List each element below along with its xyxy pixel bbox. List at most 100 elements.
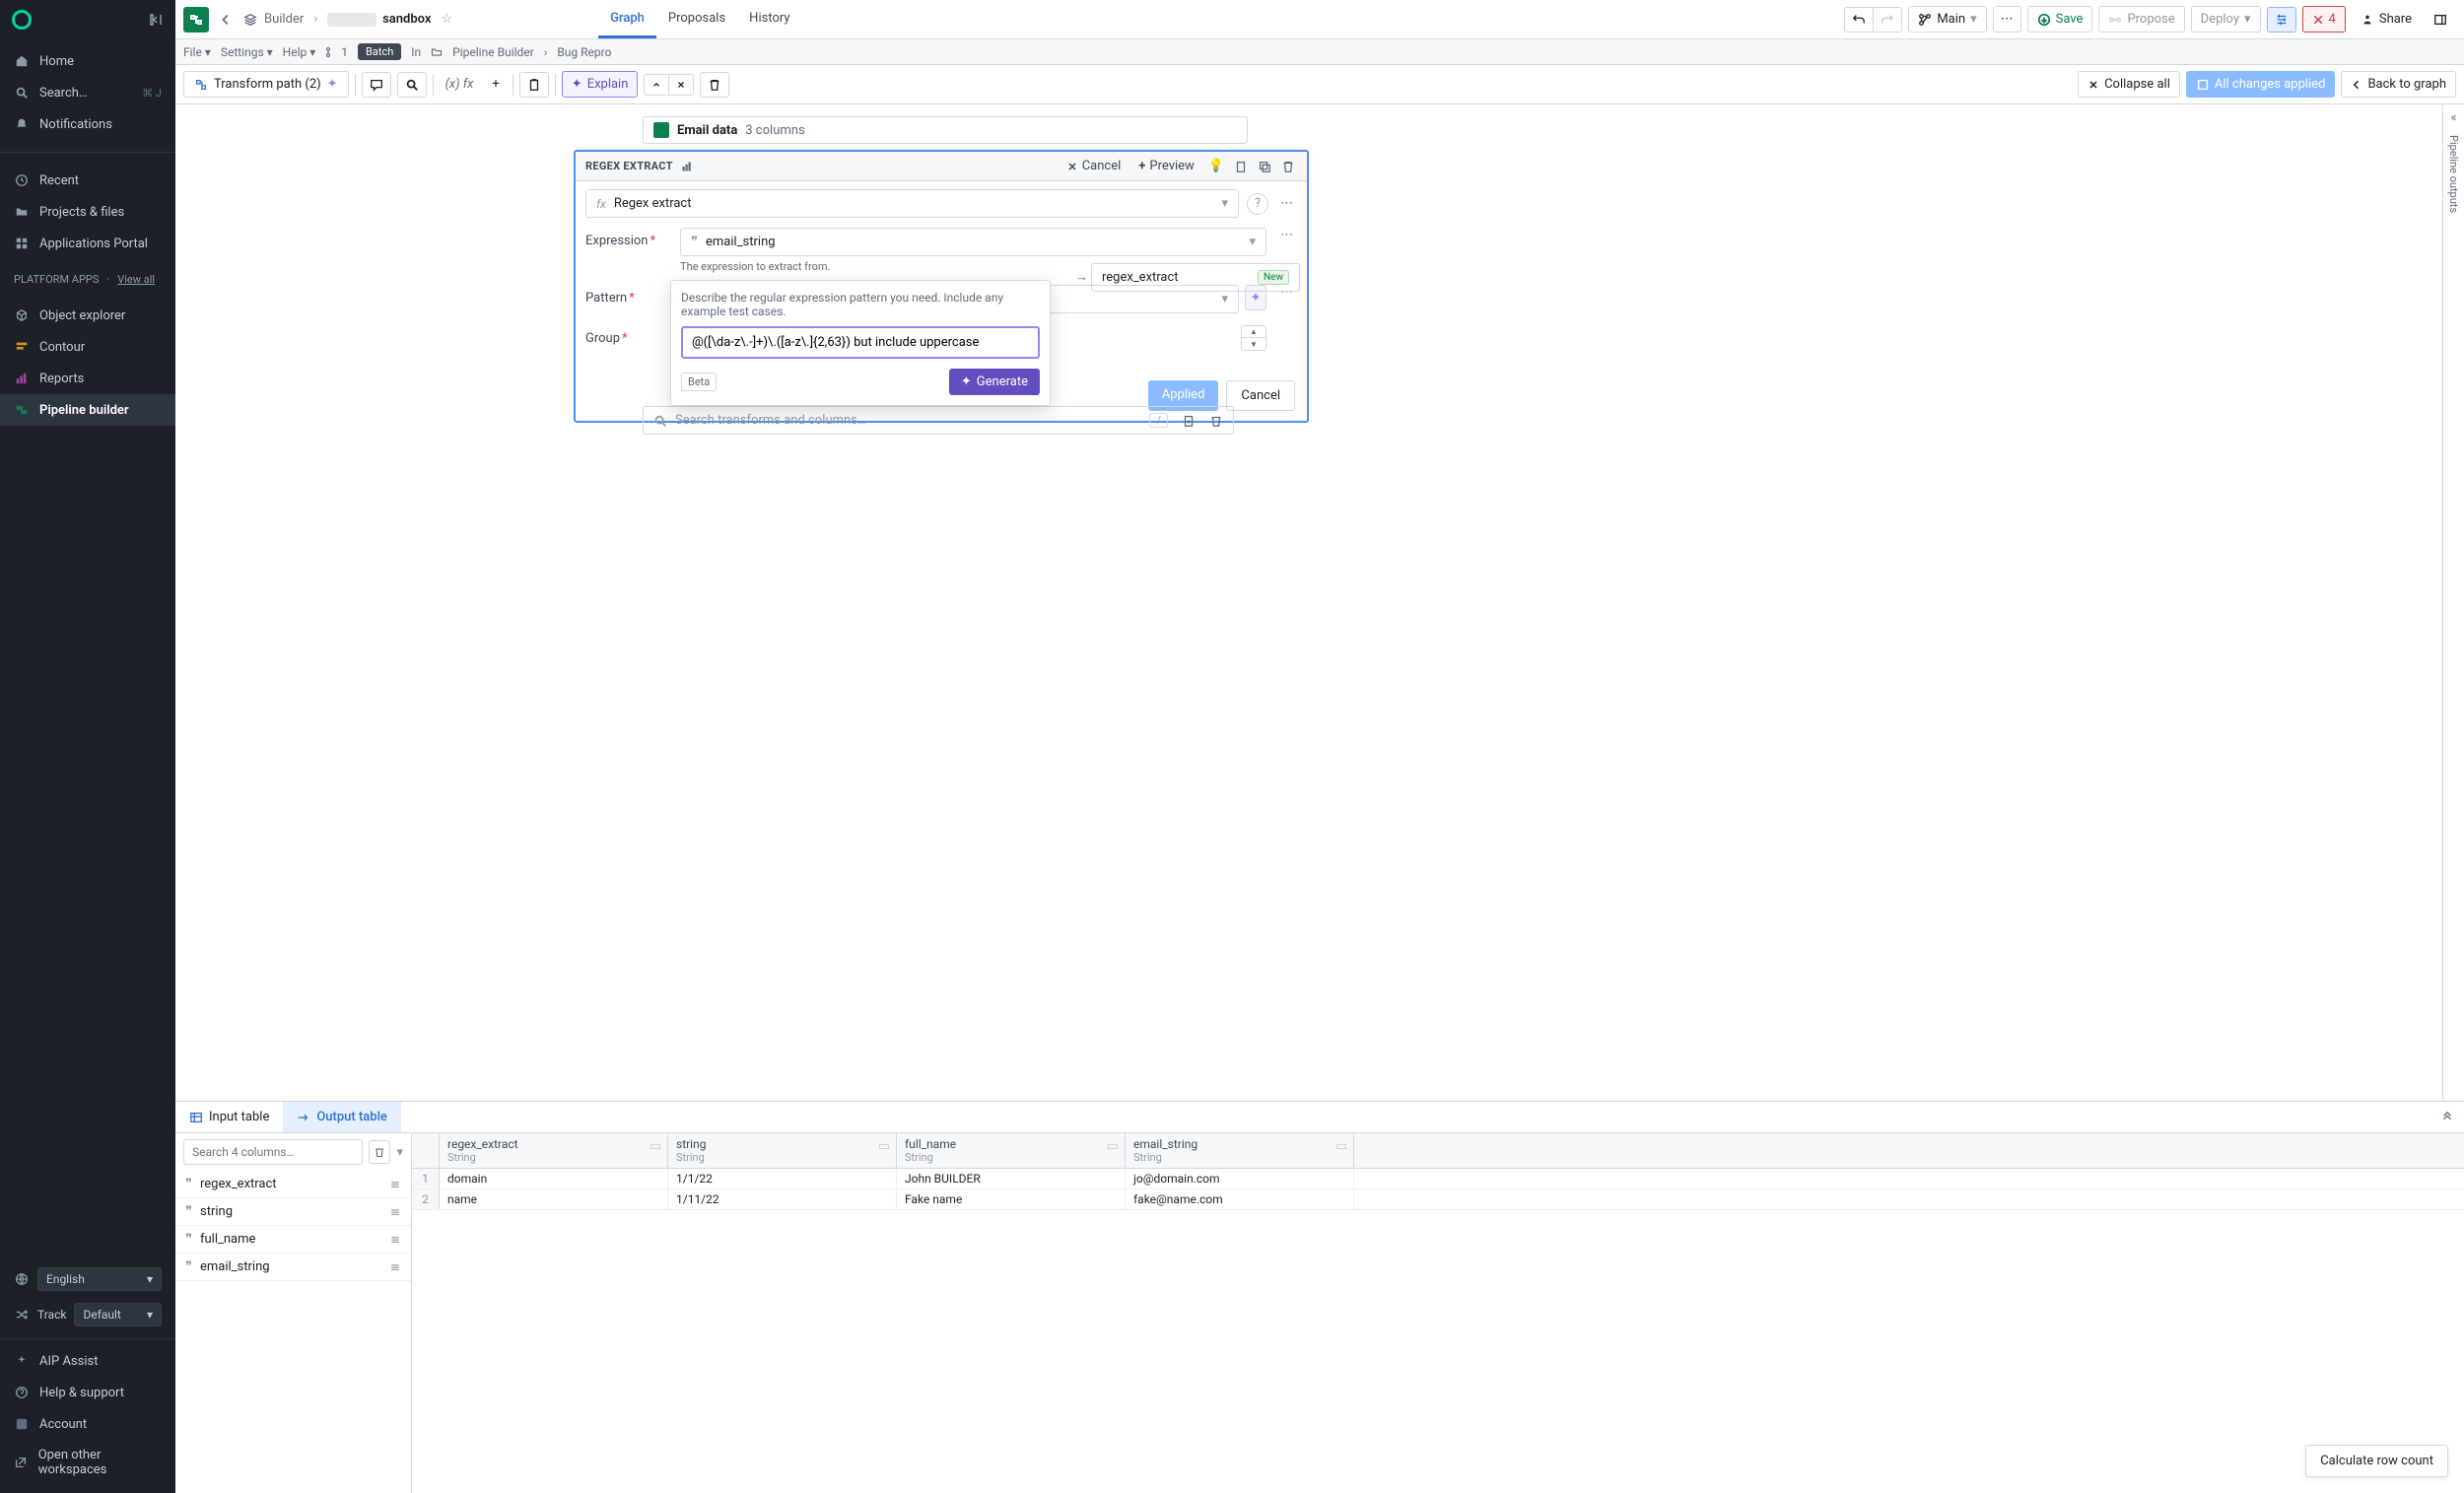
column-header-menu-icon[interactable]: ▭ bbox=[650, 1139, 661, 1154]
star-icon[interactable]: ☆ bbox=[441, 12, 452, 27]
table-cell[interactable]: domain bbox=[440, 1169, 668, 1188]
explain-button[interactable]: ✦Explain bbox=[562, 71, 639, 98]
group-spinner[interactable]: ▲▼ bbox=[1241, 325, 1266, 351]
nav-search[interactable]: Search…⌘ J bbox=[0, 77, 175, 108]
search-transforms[interactable]: Search transforms and columns… / bbox=[643, 406, 1234, 435]
crumb-builder[interactable]: Builder bbox=[264, 12, 304, 27]
table-row[interactable]: 1domain1/1/22John BUILDERjo@domain.com bbox=[412, 1169, 2464, 1189]
card-cancel-button[interactable]: Cancel bbox=[1061, 156, 1128, 176]
function-select[interactable]: fxRegex extract▾ bbox=[585, 189, 1239, 218]
table-header-cell[interactable]: stringString▭ bbox=[668, 1133, 897, 1168]
clipboard-button[interactable] bbox=[519, 72, 549, 98]
share-button[interactable]: Share bbox=[2352, 7, 2421, 32]
add-fx-button[interactable]: + bbox=[485, 72, 506, 97]
paste-transform-icon[interactable] bbox=[1182, 414, 1196, 428]
table-cell[interactable]: Fake name bbox=[897, 1189, 1126, 1209]
expr-more-icon[interactable]: ⋯ bbox=[1276, 228, 1297, 242]
delete-button[interactable] bbox=[700, 72, 729, 98]
language-select[interactable]: English▾ bbox=[37, 1267, 162, 1291]
tab-graph[interactable]: Graph bbox=[598, 1, 656, 38]
crumb-pipeline-builder[interactable]: Pipeline Builder bbox=[452, 45, 534, 59]
collapse-all-button[interactable]: Collapse all bbox=[2078, 71, 2180, 98]
settings-menu[interactable]: Settings ▾ bbox=[221, 45, 273, 59]
table-cell[interactable]: fake@name.com bbox=[1126, 1189, 1354, 1209]
file-menu[interactable]: File ▾ bbox=[183, 45, 211, 59]
table-cell[interactable]: 1/11/22 bbox=[668, 1189, 897, 1209]
column-menu-icon[interactable] bbox=[389, 1261, 401, 1273]
popover-input[interactable] bbox=[681, 326, 1040, 359]
back-icon[interactable] bbox=[215, 13, 237, 27]
branch-more-button[interactable]: ⋯ bbox=[1993, 6, 2021, 33]
nav-recent[interactable]: Recent bbox=[0, 165, 175, 196]
column-header-menu-icon[interactable]: ▭ bbox=[1335, 1139, 1347, 1154]
output-column-chip[interactable]: regex_extract New bbox=[1091, 263, 1300, 292]
view-all-link[interactable]: View all bbox=[117, 273, 155, 286]
columns-caret-icon[interactable]: ▾ bbox=[396, 1145, 403, 1160]
email-data-node[interactable]: Email data 3 columns bbox=[643, 116, 1248, 144]
table-header-cell[interactable]: email_stringString▭ bbox=[1126, 1133, 1354, 1168]
redo-button[interactable] bbox=[1874, 7, 1902, 33]
clipboard-icon[interactable] bbox=[1232, 158, 1250, 175]
errors-button[interactable]: 4 bbox=[2302, 6, 2346, 33]
search-toolbar-button[interactable] bbox=[397, 72, 427, 98]
copy-icon[interactable] bbox=[1256, 158, 1273, 175]
table-header-cell[interactable]: regex_extractString▭ bbox=[440, 1133, 668, 1168]
nav-close-button[interactable] bbox=[669, 74, 694, 96]
nav-home[interactable]: Home bbox=[0, 45, 175, 77]
undo-button[interactable] bbox=[1844, 7, 1874, 33]
crumb-bug-repro[interactable]: Bug Repro bbox=[557, 45, 611, 59]
help-menu[interactable]: Help ▾ bbox=[283, 45, 316, 59]
nav-open-workspaces[interactable]: Open other workspaces bbox=[0, 1440, 175, 1485]
nav-pipeline-builder[interactable]: Pipeline builder bbox=[0, 394, 175, 426]
column-header-menu-icon[interactable]: ▭ bbox=[1107, 1139, 1119, 1154]
propose-button[interactable]: Propose bbox=[2098, 6, 2184, 33]
generate-button[interactable]: ✦Generate bbox=[949, 369, 1040, 395]
trash-icon[interactable] bbox=[1279, 158, 1297, 175]
nav-aip-assist[interactable]: AIP Assist bbox=[0, 1345, 175, 1377]
tab-proposals[interactable]: Proposals bbox=[656, 1, 737, 38]
table-header-cell[interactable]: full_nameString▭ bbox=[897, 1133, 1126, 1168]
column-header-menu-icon[interactable]: ▭ bbox=[878, 1139, 890, 1154]
cancel-button[interactable]: Cancel bbox=[1226, 380, 1295, 411]
nav-account[interactable]: Account bbox=[0, 1408, 175, 1440]
table-cell[interactable]: John BUILDER bbox=[897, 1169, 1126, 1188]
deploy-button[interactable]: Deploy▾ bbox=[2191, 6, 2261, 33]
lightbulb-icon[interactable]: 💡 bbox=[1206, 157, 1226, 175]
columns-search-input[interactable] bbox=[183, 1139, 363, 1165]
rail-collapse-icon[interactable]: « bbox=[2450, 110, 2456, 125]
calculate-row-count-button[interactable]: Calculate row count bbox=[2305, 1445, 2448, 1477]
panel-button[interactable] bbox=[2427, 8, 2454, 32]
track-select[interactable]: Default▾ bbox=[74, 1303, 162, 1326]
table-cell[interactable]: name bbox=[440, 1189, 668, 1209]
column-item[interactable]: ❞string bbox=[175, 1198, 411, 1226]
delete-transform-icon[interactable] bbox=[1209, 414, 1223, 428]
nav-notifications[interactable]: Notifications bbox=[0, 108, 175, 140]
column-item[interactable]: ❞email_string bbox=[175, 1254, 411, 1281]
nav-portal[interactable]: Applications Portal bbox=[0, 228, 175, 259]
back-to-graph-button[interactable]: Back to graph bbox=[2341, 71, 2456, 98]
nav-reports[interactable]: Reports bbox=[0, 363, 175, 394]
input-table-tab[interactable]: Input table bbox=[175, 1102, 283, 1132]
column-menu-icon[interactable] bbox=[389, 1234, 401, 1246]
nav-projects[interactable]: Projects & files bbox=[0, 196, 175, 228]
branch-button[interactable]: Main▾ bbox=[1908, 6, 1986, 33]
nav-object-explorer[interactable]: Object explorer bbox=[0, 300, 175, 331]
column-item[interactable]: ❞regex_extract bbox=[175, 1171, 411, 1198]
canvas[interactable]: Email data 3 columns REGEX EXTRACT Cance… bbox=[175, 104, 2464, 1101]
columns-trash-icon[interactable] bbox=[369, 1140, 390, 1164]
nav-up-button[interactable] bbox=[644, 74, 669, 96]
tab-history[interactable]: History bbox=[737, 1, 801, 38]
collapse-panel-icon[interactable] bbox=[2430, 1105, 2464, 1130]
card-chart-icon[interactable] bbox=[681, 161, 693, 172]
sidebar-collapse-icon[interactable] bbox=[148, 12, 164, 28]
table-row[interactable]: 2name1/11/22Fake namefake@name.com bbox=[412, 1189, 2464, 1210]
nav-contour[interactable]: Contour bbox=[0, 331, 175, 363]
column-menu-icon[interactable] bbox=[389, 1206, 401, 1218]
table-cell[interactable]: 1/1/22 bbox=[668, 1169, 897, 1188]
table-cell[interactable]: jo@domain.com bbox=[1126, 1169, 1354, 1188]
column-item[interactable]: ❞full_name bbox=[175, 1226, 411, 1254]
transform-path-pill[interactable]: Transform path (2)✦ bbox=[183, 71, 349, 98]
settings-button[interactable] bbox=[2267, 7, 2296, 33]
nav-help[interactable]: Help & support bbox=[0, 1377, 175, 1408]
column-menu-icon[interactable] bbox=[389, 1179, 401, 1190]
